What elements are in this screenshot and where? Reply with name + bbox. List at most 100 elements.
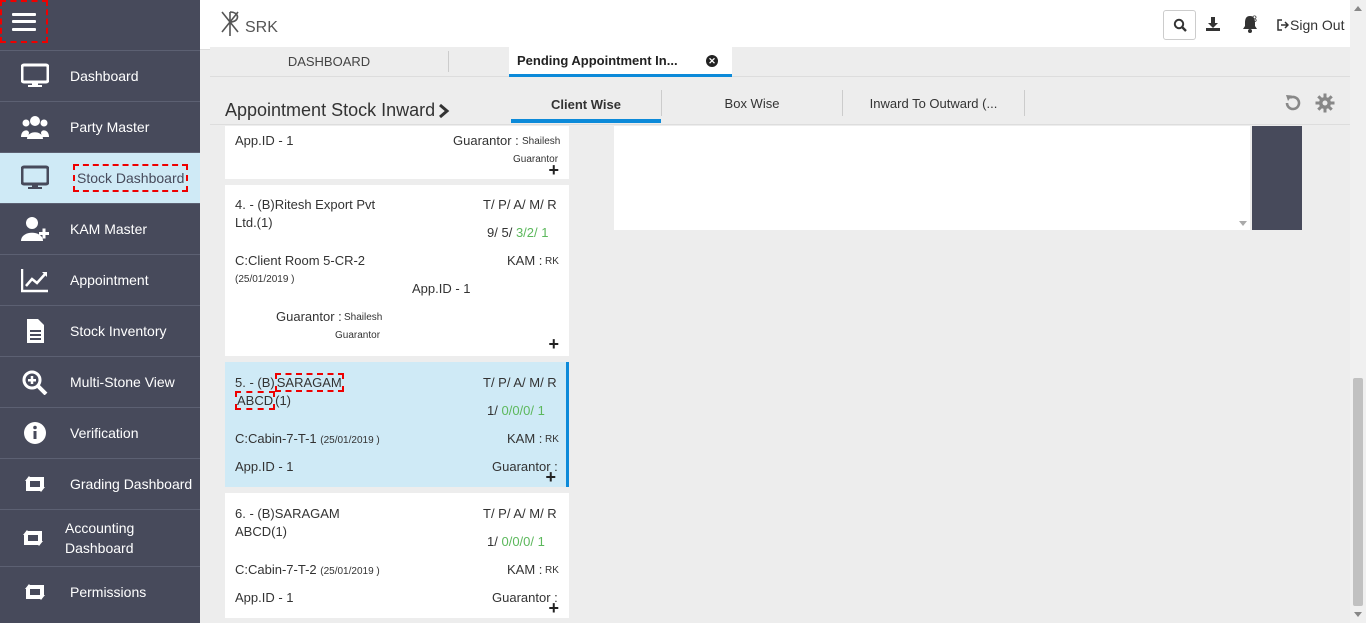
sidebar-item-label: Permissions	[70, 584, 147, 600]
party-name-rest: (1)	[275, 393, 292, 408]
sidebar-item-dashboard[interactable]: Dashboard	[0, 50, 200, 101]
sidebar-item-label: Verification	[70, 425, 139, 441]
sidebar-item-label: Dashboard	[70, 68, 139, 84]
guarantor-name: Shailesh	[522, 136, 561, 147]
guarantor-label: Guarantor :	[276, 309, 342, 324]
expand-plus-icon[interactable]: +	[548, 335, 559, 353]
tpamr-label: T/ P/ A/ M/ R	[483, 197, 557, 212]
user-plus-icon	[0, 216, 70, 242]
tpamr-label: T/ P/ A/ M/ R	[483, 375, 557, 390]
tab-label: Client Wise	[551, 97, 621, 112]
info-icon	[0, 420, 70, 446]
a-value: 0/	[512, 534, 524, 549]
a-value: 3/	[515, 225, 527, 240]
tpamr-label: T/ P/ A/ M/ R	[483, 506, 557, 521]
sidebar-item-accounting-dashboard[interactable]: Accounting Dashboard	[0, 509, 200, 566]
a-value: 0/	[512, 403, 524, 418]
chevron-right-icon	[439, 103, 450, 118]
expand-plus-icon[interactable]: +	[545, 468, 556, 486]
m-value: 0/	[523, 534, 534, 549]
tpamr-values: 1/ 0/0/0/ 1	[487, 534, 545, 549]
appointment-card[interactable]: App.ID - 1 Guarantor : Shailesh Guaranto…	[225, 126, 569, 179]
retweet-icon	[0, 471, 70, 497]
sidebar-item-label: Accounting Dashboard	[65, 520, 135, 556]
party-name-line2: ABCD(1)	[235, 524, 288, 539]
party-name-highlight-2: ABCD	[235, 391, 276, 410]
p-value: 5/	[501, 225, 513, 240]
page-tabs: DASHBOARD Pending Appointment In... ✕	[210, 47, 1350, 77]
sidebar-item-label: Party Master	[70, 119, 150, 135]
tab-label: DASHBOARD	[287, 54, 371, 69]
kam-label: KAM :	[507, 253, 543, 268]
bell-icon[interactable]	[1238, 15, 1262, 33]
monitor-icon	[0, 63, 70, 89]
expand-plus-icon[interactable]: +	[548, 161, 559, 179]
sidebar-item-stock-dashboard[interactable]: Stock Dashboard	[0, 152, 200, 203]
sidebar-item-kam-master[interactable]: KAM Master	[0, 203, 200, 254]
retweet-icon	[0, 525, 65, 551]
search-button[interactable]	[1163, 10, 1196, 40]
sign-out-label: Sign Out	[1290, 17, 1345, 33]
sidebar-item-stock-inventory[interactable]: Stock Inventory	[0, 305, 200, 356]
scrollbar-thumb[interactable]	[1353, 378, 1363, 606]
date: (25/01/2019 )	[235, 274, 295, 285]
top-header: SRK 3 Sign Out	[200, 0, 1350, 50]
guarantor-label: Guarantor :	[453, 133, 519, 148]
srk-logo[interactable]: SRK	[218, 10, 278, 38]
page-title-text: Appointment Stock Inward	[225, 100, 436, 120]
tab-dashboard[interactable]: DASHBOARD	[210, 51, 449, 72]
party-name-line1: 4. - (B)Ritesh Export Pvt	[235, 197, 376, 212]
scroll-down-arrow-icon[interactable]	[1354, 612, 1362, 617]
r-value: 1	[537, 534, 545, 549]
kam-label: KAM :	[507, 562, 543, 577]
download-icon[interactable]	[1205, 16, 1221, 32]
sidebar-item-multi-stone-view[interactable]: Multi-Stone View	[0, 356, 200, 407]
sidebar-item-verification[interactable]: Verification	[0, 407, 200, 458]
date: (25/01/2019 )	[320, 566, 380, 577]
sidebar-item-appointment[interactable]: Appointment	[0, 254, 200, 305]
kam-value: RK	[545, 256, 559, 267]
users-icon	[0, 114, 70, 140]
refresh-icon[interactable]	[1283, 93, 1303, 113]
tab-label: Inward To Outward (...	[869, 95, 998, 111]
location: C:Client Room 5-CR-2	[235, 253, 366, 268]
guarantor-sub: Guarantor	[335, 330, 381, 341]
tab-client-wise[interactable]: Client Wise	[511, 90, 661, 123]
menu-toggle-button[interactable]	[0, 0, 48, 43]
party-name-line1: 5. - (B) SARAGAM	[235, 373, 344, 392]
sidebar-item-party-master[interactable]: Party Master	[0, 101, 200, 152]
appointment-card[interactable]: 4. - (B)Ritesh Export Pvt Ltd.(1) T/ P/ …	[225, 185, 569, 356]
scroll-down-arrow-icon[interactable]	[1239, 221, 1247, 226]
m-value: 2/	[526, 225, 538, 240]
sidebar-item-grading-dashboard[interactable]: Grading Dashboard	[0, 458, 200, 509]
tab-inward-to-outward[interactable]: Inward To Outward (...	[843, 90, 1025, 116]
r-value: 1	[537, 403, 545, 418]
sidebar: Dashboard Party Master Stock Dashboard K…	[0, 0, 200, 623]
sidebar-item-permissions[interactable]: Permissions	[0, 566, 200, 617]
party-name-prefix: 5. - (B)	[235, 375, 275, 390]
page-scrollbar[interactable]	[1350, 0, 1366, 623]
line-chart-icon	[0, 267, 70, 293]
appointment-card-list: App.ID - 1 Guarantor : Shailesh Guaranto…	[225, 126, 570, 623]
sidebar-item-label: KAM Master	[70, 221, 148, 237]
detail-panel-scrollbar[interactable]	[1236, 126, 1250, 230]
kam-value: RK	[545, 565, 559, 576]
kam-label: KAM :	[507, 431, 543, 446]
tab-box-wise[interactable]: Box Wise	[661, 90, 843, 116]
close-tab-icon[interactable]: ✕	[706, 55, 718, 67]
gear-icon[interactable]	[1315, 93, 1335, 113]
r-value: 1	[541, 225, 549, 240]
appointment-card[interactable]: 6. - (B)SARAGAM ABCD(1) T/ P/ A/ M/ R 1/…	[225, 493, 569, 618]
appointment-card-selected[interactable]: 5. - (B) SARAGAM ABCD (1) T/ P/ A/ M/ R 1/…	[225, 362, 569, 487]
expand-plus-icon[interactable]: +	[548, 599, 559, 617]
sidebar-item-label: Grading Dashboard	[70, 476, 193, 492]
t-value: 9/	[487, 225, 498, 240]
party-name-highlight: SARAGAM	[274, 373, 344, 392]
app-id: App.ID - 1	[412, 281, 471, 296]
tab-pending-appointment[interactable]: Pending Appointment In... ✕	[509, 47, 732, 77]
sign-out-button[interactable]: Sign Out	[1277, 17, 1344, 33]
sidebar-item-label: Appointment	[70, 272, 149, 288]
kam-value: RK	[545, 434, 559, 445]
scroll-up-arrow-icon[interactable]	[1354, 6, 1362, 11]
monitor-icon	[0, 165, 70, 191]
